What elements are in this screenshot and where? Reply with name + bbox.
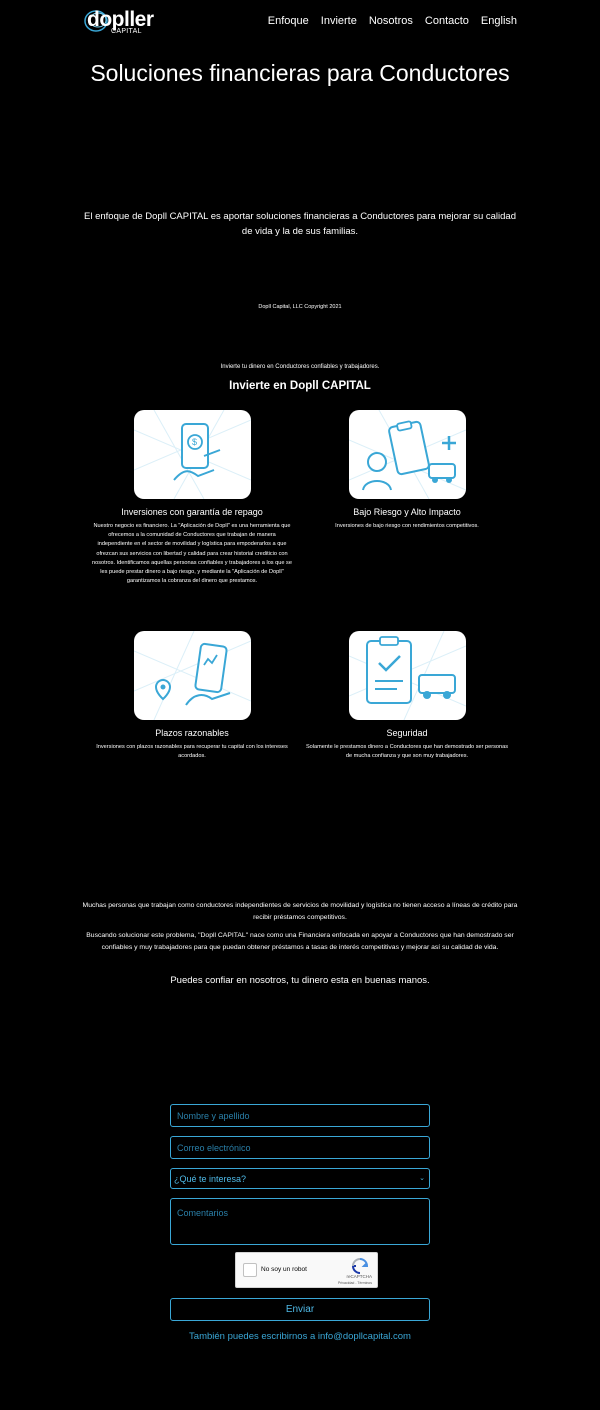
feature-card-repago: $ Inversiones con garantía de repago Nue… [82, 410, 302, 586]
interest-select[interactable]: ¿Qué te interesa? ⌄ [170, 1168, 430, 1189]
contact-form: Nombre y apellido Correo electrónico ¿Qu… [170, 1104, 430, 1342]
recaptcha-logo-icon [352, 1258, 368, 1274]
invest-subtitle: Invierte tu dinero en Conductores confia… [220, 364, 380, 370]
recaptcha-terms-link[interactable]: Privacidad - Términos [338, 1281, 372, 1285]
card-text: Nuestro negocio es financiero. La "Aplic… [92, 523, 292, 585]
feature-card-riesgo: Bajo Riesgo y Alto Impacto Inversiones d… [297, 410, 517, 531]
card-title: Bajo Riesgo y Alto Impacto [353, 507, 461, 517]
nav-item-contacto[interactable]: Contacto [425, 15, 469, 27]
chevron-down-icon: ⌄ [419, 1175, 425, 1182]
card-text: Solamente le prestamos dinero a Conducto… [305, 744, 509, 760]
card-text: Inversiones de bajo riesgo con rendimien… [335, 523, 479, 529]
copyright-text: Dopll Capital, LLC Copyright 2021 [258, 304, 342, 310]
card-title: Inversiones con garantía de repago [121, 507, 263, 517]
nav-item-nosotros[interactable]: Nosotros [369, 15, 413, 27]
top-nav: dopller CAPITAL Enfoque Invierte Nosotro… [0, 0, 600, 44]
main-menu: Enfoque Invierte Nosotros Contacto Engli… [268, 15, 517, 27]
recaptcha-checkbox[interactable] [243, 1263, 257, 1277]
about-paragraph-1: Muchas personas que trabajan como conduc… [82, 902, 518, 921]
intro-text: El enfoque de Dopll CAPITAL es aportar s… [84, 211, 516, 237]
comments-textarea[interactable]: Comentarios [170, 1198, 430, 1245]
card-title: Plazos razonables [155, 728, 229, 738]
email-input[interactable]: Correo electrónico [170, 1136, 430, 1159]
logo[interactable]: dopller CAPITAL [83, 6, 154, 36]
svg-text:$: $ [192, 437, 197, 447]
submit-button[interactable]: Enviar [170, 1298, 430, 1321]
name-input[interactable]: Nombre y apellido [170, 1104, 430, 1127]
recaptcha-brand: reCAPTCHA [346, 1274, 372, 1279]
contact-email-text[interactable]: También puedes escribirnos a info@dopllc… [170, 1331, 430, 1342]
invest-heading: Invierte en Dopll CAPITAL [229, 380, 371, 392]
feature-card-seguridad: Seguridad Solamente le prestamos dinero … [297, 631, 517, 761]
recaptcha-label: No soy un robot [261, 1266, 307, 1273]
nav-item-invierte[interactable]: Invierte [321, 15, 357, 27]
phone-payment-icon: $ [133, 410, 251, 499]
feature-card-plazos: Plazos razonables Inversiones con plazos… [82, 631, 302, 761]
about-section: Muchas personas que trabajan como conduc… [82, 900, 518, 953]
checklist-truck-icon [348, 631, 466, 720]
interest-select-value: ¿Qué te interesa? [174, 1174, 247, 1184]
logo-subtitle: CAPITAL [111, 28, 142, 35]
card-title: Seguridad [386, 728, 428, 738]
card-text: Inversiones con plazos razonables para r… [96, 744, 288, 760]
nav-item-english[interactable]: English [481, 15, 517, 27]
nav-item-enfoque[interactable]: Enfoque [268, 15, 309, 27]
phone-location-icon [133, 631, 251, 720]
about-paragraph-2: Buscando solucionar este problema, "Dopl… [86, 932, 514, 951]
recaptcha-widget: No soy un robot reCAPTCHA Privacidad - T… [235, 1252, 378, 1288]
page-title: Soluciones financieras para Conductores [90, 60, 510, 86]
clipboard-driver-icon [348, 410, 466, 499]
trust-text: Puedes confiar en nosotros, tu dinero es… [170, 975, 430, 986]
